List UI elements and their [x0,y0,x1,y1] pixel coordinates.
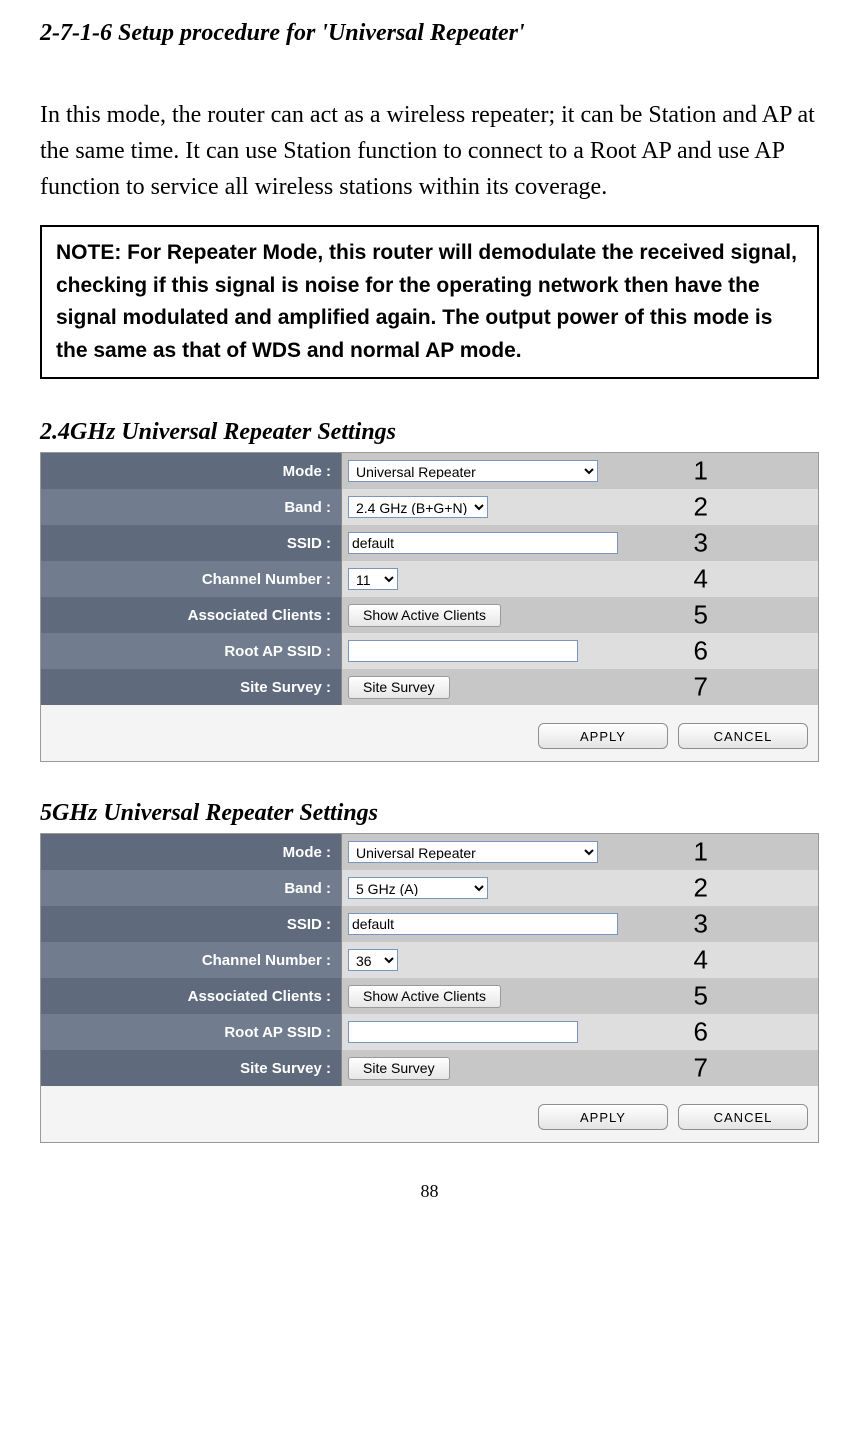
apply-button[interactable]: APPLY [538,1104,668,1130]
annotation-2: 2 [694,873,708,904]
mode-select[interactable]: Universal Repeater [348,841,598,863]
apply-button[interactable]: APPLY [538,723,668,749]
channel-select[interactable]: 11 [348,568,398,590]
ssid-input[interactable] [348,532,618,554]
annotation-1: 1 [694,456,708,487]
mode-select[interactable]: Universal Repeater [348,460,598,482]
subheading-5ghz: 5GHz Universal Repeater Settings [40,800,819,827]
channel-select[interactable]: 36 [348,949,398,971]
label-channel: Channel Number : [41,942,342,978]
label-ssid: SSID : [41,525,342,561]
root-ap-ssid-input[interactable] [348,640,578,662]
show-active-clients-button[interactable]: Show Active Clients [348,604,501,627]
band-select[interactable]: 2.4 GHz (B+G+N) [348,496,488,518]
annotation-2: 2 [694,492,708,523]
label-associated-clients: Associated Clients : [41,978,342,1014]
annotation-4: 4 [694,564,708,595]
root-ap-ssid-input[interactable] [348,1021,578,1043]
intro-paragraph: In this mode, the router can act as a wi… [40,97,819,205]
label-ssid: SSID : [41,906,342,942]
subheading-24ghz: 2.4GHz Universal Repeater Settings [40,419,819,446]
annotation-5: 5 [694,600,708,631]
annotation-5: 5 [694,981,708,1012]
page-number: 88 [40,1181,819,1202]
annotation-3: 3 [694,909,708,940]
site-survey-button[interactable]: Site Survey [348,1057,450,1080]
show-active-clients-button[interactable]: Show Active Clients [348,985,501,1008]
annotation-6: 6 [694,1017,708,1048]
cancel-button[interactable]: CANCEL [678,1104,808,1130]
label-site-survey: Site Survey : [41,1050,342,1086]
annotation-6: 6 [694,636,708,667]
label-root-ap-ssid: Root AP SSID : [41,633,342,669]
annotation-1: 1 [694,837,708,868]
label-associated-clients: Associated Clients : [41,597,342,633]
label-mode: Mode : [41,834,342,870]
label-site-survey: Site Survey : [41,669,342,705]
annotation-7: 7 [694,1053,708,1084]
label-band: Band : [41,489,342,525]
annotation-4: 4 [694,945,708,976]
cancel-button[interactable]: CANCEL [678,723,808,749]
site-survey-button[interactable]: Site Survey [348,676,450,699]
settings-panel-5ghz: Mode : Universal Repeater 1 Band : 5 GHz… [40,833,819,1143]
note-box: NOTE: For Repeater Mode, this router wil… [40,225,819,379]
annotation-3: 3 [694,528,708,559]
label-band: Band : [41,870,342,906]
settings-panel-24ghz: Mode : Universal Repeater 1 Band : 2.4 G… [40,452,819,762]
section-heading: 2-7-1-6 Setup procedure for 'Universal R… [40,20,819,47]
label-root-ap-ssid: Root AP SSID : [41,1014,342,1050]
label-mode: Mode : [41,453,342,489]
band-select[interactable]: 5 GHz (A) [348,877,488,899]
ssid-input[interactable] [348,913,618,935]
annotation-7: 7 [694,672,708,703]
label-channel: Channel Number : [41,561,342,597]
